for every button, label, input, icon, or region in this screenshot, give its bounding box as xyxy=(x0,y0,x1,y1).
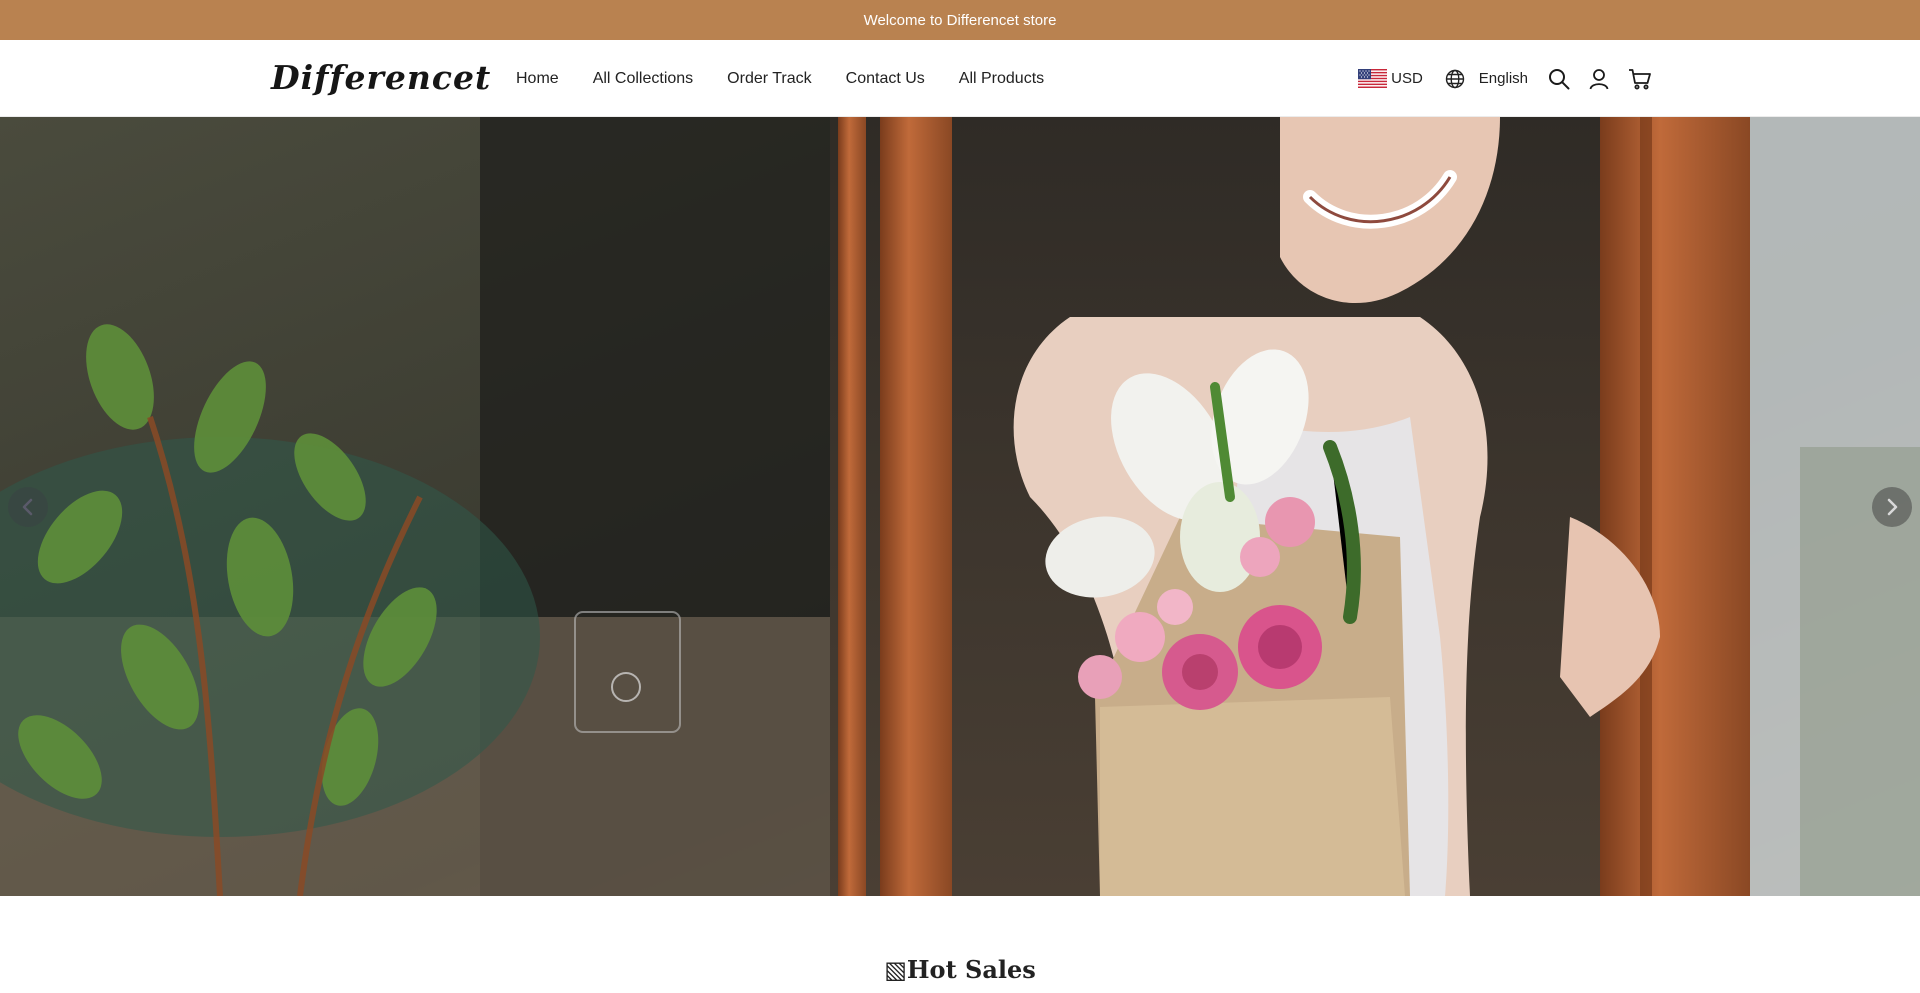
carousel-next-button[interactable] xyxy=(1872,487,1912,527)
banner-photo xyxy=(0,117,1920,896)
globe-icon xyxy=(1445,69,1464,88)
nav-order-track[interactable]: Order Track xyxy=(727,70,811,88)
nav-all-products[interactable]: All Products xyxy=(959,70,1044,88)
nav-contact-us[interactable]: Contact Us xyxy=(846,70,925,88)
language-label: English xyxy=(1478,70,1528,87)
announcement-bar: Welcome to Differencet store xyxy=(0,0,1920,40)
main-nav: Home All Collections Order Track Contact… xyxy=(516,40,1078,117)
nav-all-collections[interactable]: All Collections xyxy=(593,70,693,88)
search-icon[interactable] xyxy=(1548,68,1570,90)
chevron-left-icon xyxy=(22,498,33,516)
currency-selector[interactable]: USD xyxy=(1358,69,1423,88)
hero-banner[interactable] xyxy=(0,117,1920,896)
chevron-right-icon xyxy=(1887,498,1898,516)
cart-icon[interactable] xyxy=(1628,68,1652,90)
announcement-text: Welcome to Differencet store xyxy=(848,11,1072,29)
hot-sales-title: ▧Hot Sales xyxy=(884,955,1036,984)
header-tools: USD English xyxy=(1358,40,1652,117)
nav-home[interactable]: Home xyxy=(516,70,559,88)
language-selector[interactable]: English xyxy=(1445,69,1528,89)
site-header: Differencet Home All Collections Order T… xyxy=(0,40,1920,117)
store-logo[interactable]: Differencet xyxy=(271,56,491,100)
currency-code: USD xyxy=(1391,70,1423,87)
us-flag-icon xyxy=(1358,69,1388,88)
account-icon[interactable] xyxy=(1588,68,1610,90)
carousel-prev-button[interactable] xyxy=(8,487,48,527)
